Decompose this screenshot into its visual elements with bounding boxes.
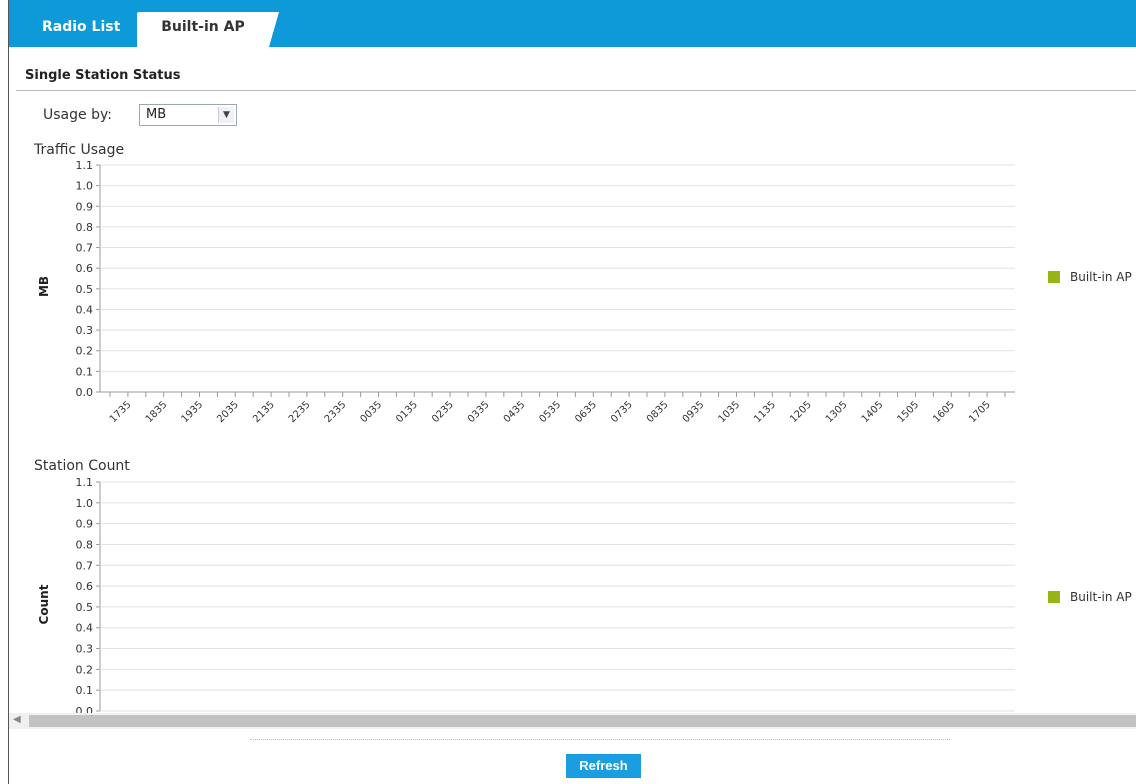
y-tick-label: 0.6 bbox=[76, 262, 94, 275]
legend-label: Built-in AP bbox=[1070, 590, 1132, 604]
scrollbar-thumb[interactable] bbox=[29, 715, 1136, 727]
x-tick-label: 0735 bbox=[609, 399, 635, 425]
x-tick-label: 1705 bbox=[967, 399, 993, 425]
y-tick-label: 0.1 bbox=[76, 365, 94, 378]
page: Radio List Built-in AP Single Station St… bbox=[0, 0, 1136, 784]
x-tick-label: 1405 bbox=[860, 399, 886, 425]
y-tick-label: 0.7 bbox=[76, 559, 94, 572]
y-tick-label: 1.1 bbox=[76, 159, 94, 172]
station-count-legend: Built-in AP bbox=[1048, 590, 1132, 604]
y-tick-label: 1.0 bbox=[76, 180, 94, 193]
y-tick-label: 0.8 bbox=[76, 221, 94, 234]
x-tick-label: 0435 bbox=[502, 399, 528, 425]
x-tick-label: 1035 bbox=[716, 399, 742, 425]
y-tick-label: 0.5 bbox=[76, 601, 94, 614]
x-tick-label: 1835 bbox=[144, 399, 170, 425]
x-tick-label: 0135 bbox=[394, 399, 420, 425]
station-count-chart: 0.0 0.1 0.2 0.3 0.4 0.5 0.6 0.7 0.8 0.9 1.0 1.1 Coun… bbox=[37, 476, 1015, 713]
usage-by-label: Usage by: bbox=[43, 107, 112, 123]
x-tick-label: 1305 bbox=[824, 399, 850, 425]
traffic-usage-legend: Built-in AP bbox=[1048, 270, 1132, 284]
y-tick-label: 0.0 bbox=[76, 386, 94, 399]
y-tick-label: 0.3 bbox=[76, 643, 94, 656]
y-tick-label: 0.5 bbox=[76, 283, 94, 296]
y-tick-label: 0.4 bbox=[76, 303, 94, 316]
x-tick-label: 0035 bbox=[358, 399, 384, 425]
x-tick-label: 1205 bbox=[788, 399, 814, 425]
x-tick-label: 1135 bbox=[752, 399, 778, 425]
legend-swatch bbox=[1048, 271, 1060, 283]
section-title: Single Station Status bbox=[25, 68, 181, 83]
x-tick-label: 0535 bbox=[537, 399, 563, 425]
legend-label: Built-in AP bbox=[1070, 270, 1132, 284]
horizontal-scrollbar[interactable]: ◀ bbox=[9, 713, 1136, 729]
y-tick-label: 0.3 bbox=[76, 324, 94, 337]
y-tick-label: 0.6 bbox=[76, 580, 94, 593]
y-tick-label: 0.1 bbox=[76, 684, 94, 697]
usage-by-select[interactable]: MB ▼ bbox=[139, 104, 237, 126]
tab-built-in-ap-label: Built-in AP bbox=[161, 19, 245, 35]
y-tick-label: 0.0 bbox=[76, 705, 94, 713]
x-tick-label: 1605 bbox=[931, 399, 957, 425]
x-tick-label: 2135 bbox=[251, 399, 277, 425]
y-tick-label: 0.2 bbox=[76, 345, 94, 358]
footer-divider bbox=[250, 739, 950, 740]
y-axis-label: Count bbox=[37, 584, 51, 624]
y-tick-label: 0.8 bbox=[76, 538, 94, 551]
x-tick-label: 2335 bbox=[323, 399, 349, 425]
chevron-down-icon[interactable]: ▼ bbox=[218, 107, 234, 123]
y-tick-label: 1.1 bbox=[76, 476, 94, 489]
tab-built-in-ap[interactable]: Built-in AP bbox=[137, 12, 269, 47]
y-axis-label: MB bbox=[37, 276, 51, 297]
refresh-button[interactable]: Refresh bbox=[566, 754, 641, 778]
y-tick-label: 0.2 bbox=[76, 663, 94, 676]
x-tick-label: 1735 bbox=[108, 399, 134, 425]
y-tick-label: 0.9 bbox=[76, 518, 94, 531]
x-tick-label: 0235 bbox=[430, 399, 456, 425]
y-tick-label: 1.0 bbox=[76, 497, 94, 510]
x-tick-label: 0635 bbox=[573, 399, 599, 425]
x-tick-label: 2035 bbox=[215, 399, 241, 425]
x-tick-label: 1935 bbox=[179, 399, 205, 425]
x-tick-label: 1505 bbox=[895, 399, 921, 425]
usage-by-value: MB bbox=[146, 107, 167, 122]
tab-bar: Radio List Built-in AP bbox=[9, 0, 1136, 47]
traffic-usage-chart: 0.0 0.1 0.2 0.3 0.4 0.5 0.6 0.7 0.8 0.9 1.0 1.1 MB 17… bbox=[37, 159, 1015, 425]
tab-radio-list[interactable]: Radio List bbox=[32, 12, 130, 42]
legend-swatch bbox=[1048, 591, 1060, 603]
y-tick-label: 0.9 bbox=[76, 200, 94, 213]
x-tick-label: 2235 bbox=[287, 399, 313, 425]
x-tick-label: 0935 bbox=[681, 399, 707, 425]
x-tick-label: 0835 bbox=[645, 399, 671, 425]
y-tick-label: 0.7 bbox=[76, 242, 94, 255]
tab-notch bbox=[269, 12, 279, 47]
scroll-left-icon[interactable]: ◀ bbox=[13, 714, 21, 725]
y-tick-label: 0.4 bbox=[76, 622, 94, 635]
x-tick-label: 0335 bbox=[466, 399, 492, 425]
section-divider bbox=[16, 90, 1136, 91]
